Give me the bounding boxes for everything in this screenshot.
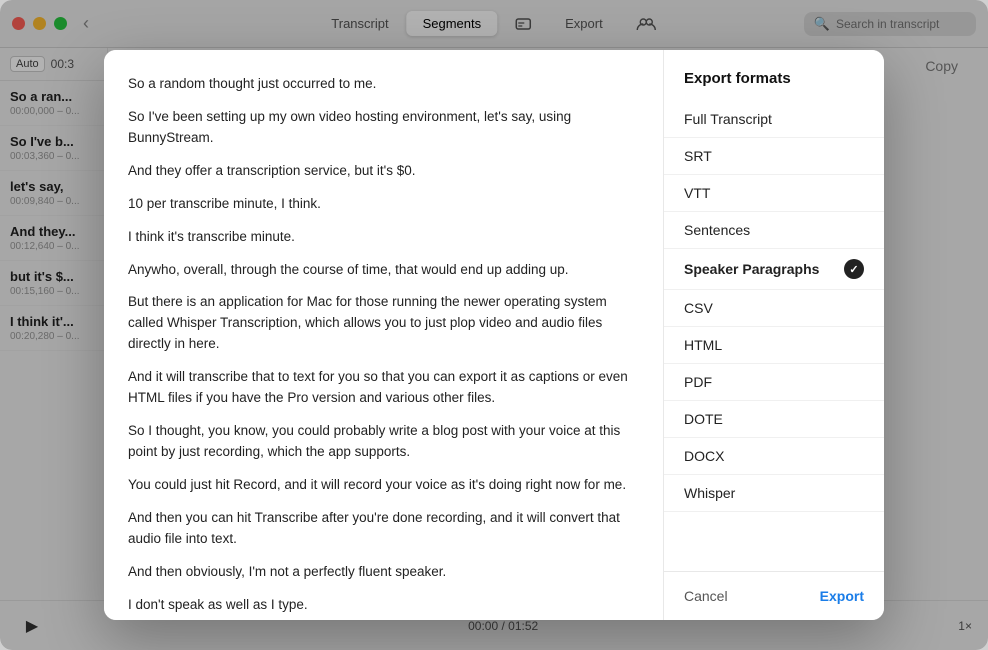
para-9: You could just hit Record, and it will r…: [128, 475, 639, 496]
para-0: So a random thought just occurred to me.: [128, 74, 639, 95]
format-label: Speaker Paragraphs: [684, 261, 819, 277]
format-speaker-paragraphs[interactable]: Speaker Paragraphs ✓: [664, 249, 884, 290]
app-window: ‹ Transcript Segments Export: [0, 0, 988, 650]
format-label: Whisper: [684, 485, 735, 501]
format-vtt[interactable]: VTT: [664, 175, 884, 212]
format-label: DOCX: [684, 448, 724, 464]
para-10: And then you can hit Transcribe after yo…: [128, 508, 639, 550]
transcript-content: So a random thought just occurred to me.…: [104, 50, 664, 620]
modal-overlay: So a random thought just occurred to me.…: [0, 0, 988, 650]
format-label: Sentences: [684, 222, 750, 238]
format-label: Full Transcript: [684, 111, 772, 127]
selected-check-icon: ✓: [844, 259, 864, 279]
cancel-button[interactable]: Cancel: [684, 588, 728, 604]
para-2: And they offer a transcription service, …: [128, 161, 639, 182]
para-11: And then obviously, I'm not a perfectly …: [128, 562, 639, 583]
format-srt[interactable]: SRT: [664, 138, 884, 175]
format-label: DOTE: [684, 411, 723, 427]
para-12: I don't speak as well as I type.: [128, 595, 639, 616]
export-button[interactable]: Export: [820, 588, 864, 604]
export-formats-title: Export formats: [664, 70, 884, 101]
para-6: But there is an application for Mac for …: [128, 292, 639, 355]
format-label: VTT: [684, 185, 710, 201]
para-7: And it will transcribe that to text for …: [128, 367, 639, 409]
format-sentences[interactable]: Sentences: [664, 212, 884, 249]
format-html[interactable]: HTML: [664, 327, 884, 364]
para-3: 10 per transcribe minute, I think.: [128, 194, 639, 215]
format-whisper[interactable]: Whisper: [664, 475, 884, 512]
format-full-transcript[interactable]: Full Transcript: [664, 101, 884, 138]
export-modal: So a random thought just occurred to me.…: [104, 50, 884, 620]
format-pdf[interactable]: PDF: [664, 364, 884, 401]
format-label: CSV: [684, 300, 713, 316]
export-formats-panel: Export formats Full Transcript SRT VTT S…: [664, 50, 884, 620]
format-csv[interactable]: CSV: [664, 290, 884, 327]
format-dote[interactable]: DOTE: [664, 401, 884, 438]
para-5: Anywho, overall, through the course of t…: [128, 260, 639, 281]
para-1: So I've been setting up my own video hos…: [128, 107, 639, 149]
format-docx[interactable]: DOCX: [664, 438, 884, 475]
para-8: So I thought, you know, you could probab…: [128, 421, 639, 463]
format-label: SRT: [684, 148, 712, 164]
export-footer: Cancel Export: [664, 571, 884, 620]
format-label: PDF: [684, 374, 712, 390]
format-label: HTML: [684, 337, 722, 353]
para-4: I think it's transcribe minute.: [128, 227, 639, 248]
copy-button[interactable]: Copy: [925, 58, 958, 74]
